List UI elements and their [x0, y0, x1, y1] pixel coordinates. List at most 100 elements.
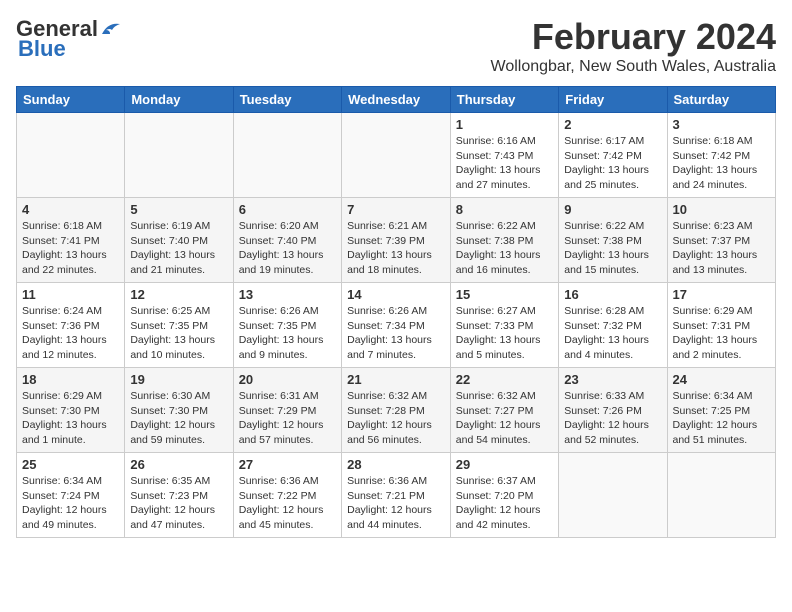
cell-info: Sunrise: 6:23 AM Sunset: 7:37 PM Dayligh…	[673, 219, 771, 278]
day-number: 29	[456, 457, 553, 472]
weekday-header: Saturday	[667, 87, 776, 113]
day-number: 6	[239, 202, 336, 217]
day-number: 9	[564, 202, 661, 217]
day-number: 5	[130, 202, 227, 217]
logo: General Blue	[16, 16, 122, 62]
day-number: 10	[673, 202, 771, 217]
calendar-cell: 10 Sunrise: 6:23 AM Sunset: 7:37 PM Dayli…	[667, 198, 776, 283]
month-year: February 2024	[491, 16, 776, 58]
day-number: 16	[564, 287, 661, 302]
calendar-cell	[17, 113, 125, 198]
calendar-cell: 21 Sunrise: 6:32 AM Sunset: 7:28 PM Dayli…	[342, 368, 451, 453]
day-number: 17	[673, 287, 771, 302]
day-number: 20	[239, 372, 336, 387]
cell-info: Sunrise: 6:32 AM Sunset: 7:28 PM Dayligh…	[347, 389, 445, 448]
calendar-cell	[342, 113, 451, 198]
day-number: 22	[456, 372, 553, 387]
calendar-week-row: 25Sunrise: 6:34 AM Sunset: 7:24 PM Dayli…	[17, 453, 776, 538]
calendar-cell: 16 Sunrise: 6:28 AM Sunset: 7:32 PM Dayli…	[559, 283, 667, 368]
calendar-cell: 9 Sunrise: 6:22 AM Sunset: 7:38 PM Daylig…	[559, 198, 667, 283]
day-number: 2	[564, 117, 661, 132]
cell-info: Sunrise: 6:30 AM Sunset: 7:30 PM Dayligh…	[130, 389, 227, 448]
calendar-cell: 23 Sunrise: 6:33 AM Sunset: 7:26 PM Dayli…	[559, 368, 667, 453]
calendar-cell: 26 Sunrise: 6:35 AM Sunset: 7:23 PM Dayli…	[125, 453, 233, 538]
day-number: 4	[22, 202, 119, 217]
calendar-cell: 18 Sunrise: 6:29 AM Sunset: 7:30 PM Dayli…	[17, 368, 125, 453]
logo-blue: Blue	[18, 36, 66, 62]
calendar-cell: 22 Sunrise: 6:32 AM Sunset: 7:27 PM Dayli…	[450, 368, 558, 453]
weekday-header: Tuesday	[233, 87, 341, 113]
calendar-cell: 4 Sunrise: 6:18 AM Sunset: 7:41 PM Daylig…	[17, 198, 125, 283]
day-number: 15	[456, 287, 553, 302]
cell-info: Sunrise: 6:29 AM Sunset: 7:31 PM Dayligh…	[673, 304, 771, 363]
day-number: 12	[130, 287, 227, 302]
calendar-cell: 19Sunrise: 6:30 AM Sunset: 7:30 PM Dayli…	[125, 368, 233, 453]
cell-info: Sunrise: 6:32 AM Sunset: 7:27 PM Dayligh…	[456, 389, 553, 448]
calendar-week-row: 18 Sunrise: 6:29 AM Sunset: 7:30 PM Dayli…	[17, 368, 776, 453]
cell-info: Sunrise: 6:31 AM Sunset: 7:29 PM Dayligh…	[239, 389, 336, 448]
cell-info: Sunrise: 6:18 AM Sunset: 7:41 PM Dayligh…	[22, 219, 119, 278]
day-number: 8	[456, 202, 553, 217]
day-number: 26	[130, 457, 227, 472]
calendar-week-row: 4 Sunrise: 6:18 AM Sunset: 7:41 PM Daylig…	[17, 198, 776, 283]
cell-info: Sunrise: 6:36 AM Sunset: 7:22 PM Dayligh…	[239, 474, 336, 533]
day-number: 25	[22, 457, 119, 472]
calendar-cell: 5Sunrise: 6:19 AM Sunset: 7:40 PM Daylig…	[125, 198, 233, 283]
cell-info: Sunrise: 6:36 AM Sunset: 7:21 PM Dayligh…	[347, 474, 445, 533]
day-number: 18	[22, 372, 119, 387]
calendar-cell	[559, 453, 667, 538]
calendar-table: SundayMondayTuesdayWednesdayThursdayFrid…	[16, 86, 776, 538]
cell-info: Sunrise: 6:37 AM Sunset: 7:20 PM Dayligh…	[456, 474, 553, 533]
calendar-cell: 20 Sunrise: 6:31 AM Sunset: 7:29 PM Dayli…	[233, 368, 341, 453]
cell-info: Sunrise: 6:18 AM Sunset: 7:42 PM Dayligh…	[673, 134, 771, 193]
cell-info: Sunrise: 6:22 AM Sunset: 7:38 PM Dayligh…	[456, 219, 553, 278]
weekday-header: Wednesday	[342, 87, 451, 113]
calendar-cell: 15 Sunrise: 6:27 AM Sunset: 7:33 PM Dayli…	[450, 283, 558, 368]
cell-info: Sunrise: 6:35 AM Sunset: 7:23 PM Dayligh…	[130, 474, 227, 533]
day-number: 27	[239, 457, 336, 472]
weekday-header: Sunday	[17, 87, 125, 113]
calendar-cell	[667, 453, 776, 538]
calendar-cell: 24Sunrise: 6:34 AM Sunset: 7:25 PM Dayli…	[667, 368, 776, 453]
cell-info: Sunrise: 6:25 AM Sunset: 7:35 PM Dayligh…	[130, 304, 227, 363]
weekday-header: Friday	[559, 87, 667, 113]
day-number: 28	[347, 457, 445, 472]
cell-info: Sunrise: 6:22 AM Sunset: 7:38 PM Dayligh…	[564, 219, 661, 278]
day-number: 23	[564, 372, 661, 387]
cell-info: Sunrise: 6:33 AM Sunset: 7:26 PM Dayligh…	[564, 389, 661, 448]
calendar-cell: 8 Sunrise: 6:22 AM Sunset: 7:38 PM Daylig…	[450, 198, 558, 283]
day-number: 21	[347, 372, 445, 387]
weekday-header: Monday	[125, 87, 233, 113]
calendar-cell: 6Sunrise: 6:20 AM Sunset: 7:40 PM Daylig…	[233, 198, 341, 283]
calendar-cell: 2Sunrise: 6:17 AM Sunset: 7:42 PM Daylig…	[559, 113, 667, 198]
calendar-cell: 17 Sunrise: 6:29 AM Sunset: 7:31 PM Dayli…	[667, 283, 776, 368]
cell-info: Sunrise: 6:26 AM Sunset: 7:35 PM Dayligh…	[239, 304, 336, 363]
day-number: 1	[456, 117, 553, 132]
title-block: February 2024 Wollongbar, New South Wale…	[491, 16, 776, 76]
calendar-cell	[233, 113, 341, 198]
cell-info: Sunrise: 6:26 AM Sunset: 7:34 PM Dayligh…	[347, 304, 445, 363]
location: Wollongbar, New South Wales, Australia	[491, 58, 776, 76]
day-number: 13	[239, 287, 336, 302]
weekday-header: Thursday	[450, 87, 558, 113]
calendar-header-row: SundayMondayTuesdayWednesdayThursdayFrid…	[17, 87, 776, 113]
calendar-cell: 3 Sunrise: 6:18 AM Sunset: 7:42 PM Daylig…	[667, 113, 776, 198]
calendar-week-row: 11Sunrise: 6:24 AM Sunset: 7:36 PM Dayli…	[17, 283, 776, 368]
cell-info: Sunrise: 6:16 AM Sunset: 7:43 PM Dayligh…	[456, 134, 553, 193]
cell-info: Sunrise: 6:21 AM Sunset: 7:39 PM Dayligh…	[347, 219, 445, 278]
calendar-cell: 7Sunrise: 6:21 AM Sunset: 7:39 PM Daylig…	[342, 198, 451, 283]
calendar-week-row: 1 Sunrise: 6:16 AM Sunset: 7:43 PM Daylig…	[17, 113, 776, 198]
day-number: 3	[673, 117, 771, 132]
calendar-cell: 27 Sunrise: 6:36 AM Sunset: 7:22 PM Dayli…	[233, 453, 341, 538]
cell-info: Sunrise: 6:28 AM Sunset: 7:32 PM Dayligh…	[564, 304, 661, 363]
calendar-cell: 28 Sunrise: 6:36 AM Sunset: 7:21 PM Dayli…	[342, 453, 451, 538]
cell-info: Sunrise: 6:29 AM Sunset: 7:30 PM Dayligh…	[22, 389, 119, 448]
calendar-cell: 1 Sunrise: 6:16 AM Sunset: 7:43 PM Daylig…	[450, 113, 558, 198]
day-number: 14	[347, 287, 445, 302]
calendar-cell: 11Sunrise: 6:24 AM Sunset: 7:36 PM Dayli…	[17, 283, 125, 368]
calendar-cell: 13 Sunrise: 6:26 AM Sunset: 7:35 PM Dayli…	[233, 283, 341, 368]
day-number: 24	[673, 372, 771, 387]
calendar-cell	[125, 113, 233, 198]
cell-info: Sunrise: 6:27 AM Sunset: 7:33 PM Dayligh…	[456, 304, 553, 363]
page-header: General Blue February 2024 Wollongbar, N…	[16, 16, 776, 76]
